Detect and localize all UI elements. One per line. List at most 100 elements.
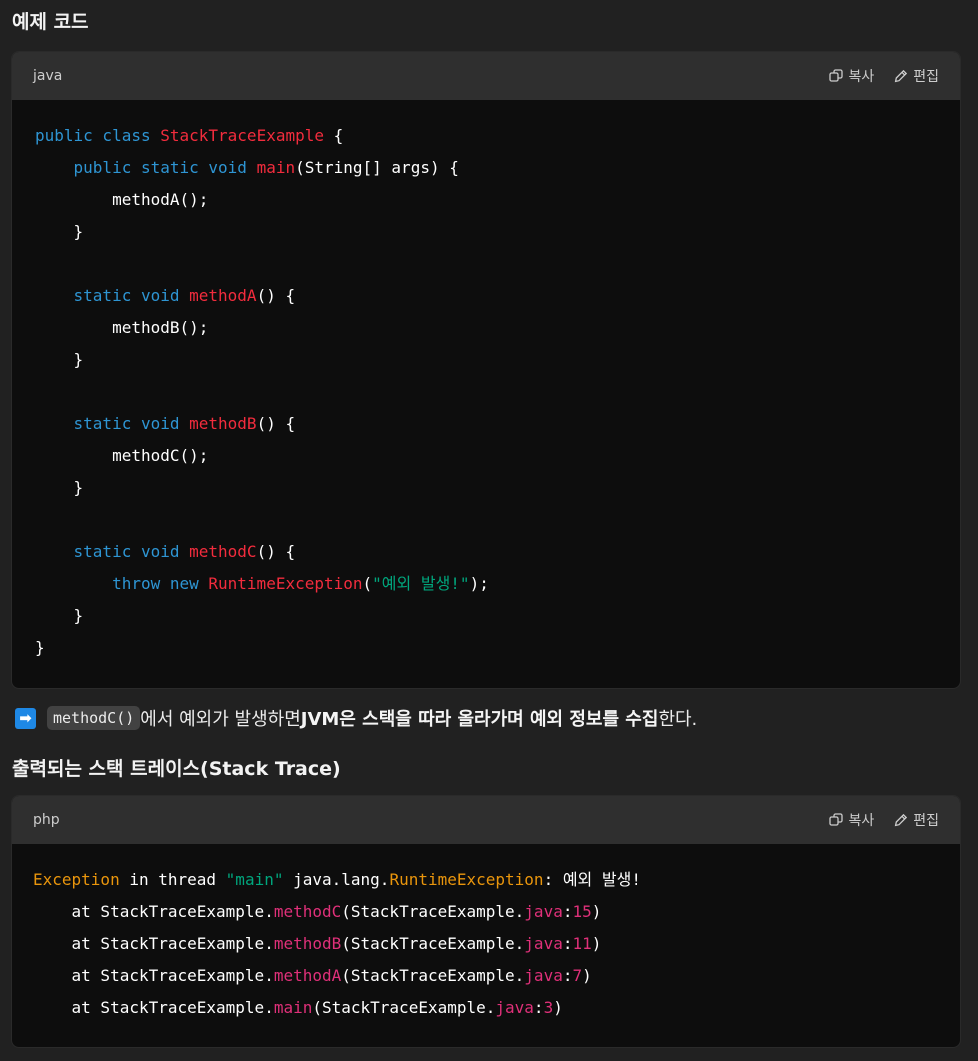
code-token: ) xyxy=(582,966,592,985)
code-token: (StackTraceExample. xyxy=(312,998,496,1017)
code-token: { xyxy=(324,126,344,145)
code-token: ); xyxy=(469,574,489,593)
pencil-icon xyxy=(894,69,908,83)
code-token: methodB xyxy=(273,934,342,953)
right-arrow-icon: ➡ xyxy=(15,707,36,729)
code-line: public class StackTraceExample { xyxy=(35,120,937,152)
code-token: ) xyxy=(591,934,602,953)
code-token: main xyxy=(256,158,296,177)
paragraph-bold-text: JVM은 스택을 따라 올라가며 예외 정보를 수집 xyxy=(300,709,659,730)
copy-button[interactable]: 복사 xyxy=(829,66,874,86)
code-token: java xyxy=(524,902,563,921)
code-token: "main" xyxy=(225,870,284,889)
code-token: methodA xyxy=(273,966,342,985)
code-line: static void methodC() { xyxy=(35,536,937,568)
code-token: } xyxy=(35,350,84,369)
code-token: } xyxy=(35,478,84,497)
code-content: public class StackTraceExample { public … xyxy=(12,100,960,686)
code-token: 7 xyxy=(572,966,583,985)
code-token: (StackTraceExample. xyxy=(341,902,525,921)
edit-label: 편집 xyxy=(913,69,939,85)
code-token: } xyxy=(35,222,84,241)
code-token: () { xyxy=(256,286,296,305)
copy-icon xyxy=(829,69,844,83)
code-token: static void xyxy=(73,414,190,433)
code-token: ) xyxy=(591,902,602,921)
code-token: public static void xyxy=(73,158,257,177)
code-language-label: php xyxy=(33,812,60,828)
code-token: java xyxy=(524,934,563,953)
code-token: methodA xyxy=(189,286,257,305)
copy-label: 복사 xyxy=(848,813,875,829)
code-token: 11 xyxy=(572,934,592,953)
code-token: } xyxy=(35,606,84,625)
code-line: at StackTraceExample.methodC(StackTraceE… xyxy=(33,896,939,928)
code-token: : xyxy=(533,998,544,1017)
section-heading-example-code: 예제 코드 xyxy=(12,11,89,33)
edit-button[interactable]: 편집 xyxy=(894,810,939,830)
code-token: 3 xyxy=(543,998,554,1017)
code-token: ) xyxy=(553,998,563,1017)
code-line: } xyxy=(35,216,937,248)
edit-label: 편집 xyxy=(913,813,939,829)
copy-button[interactable]: 복사 xyxy=(829,810,874,830)
code-token: at StackTraceExample. xyxy=(33,966,274,985)
paragraph-text-end: 한다. xyxy=(658,709,698,730)
code-token: methodC xyxy=(189,542,257,561)
code-line: static void methodA() { xyxy=(35,280,937,312)
code-line: at StackTraceExample.methodA(StackTraceE… xyxy=(33,960,939,992)
code-block-header: java 복사 편집 xyxy=(12,52,960,100)
code-line: } xyxy=(35,472,937,504)
code-token: RuntimeException xyxy=(389,870,544,889)
code-token: ( xyxy=(362,574,373,593)
copy-label: 복사 xyxy=(848,69,875,85)
code-token: 15 xyxy=(572,902,592,921)
code-token: methodB(); xyxy=(35,318,209,337)
code-token: methodB xyxy=(189,414,257,433)
code-line: public static void main(String[] args) { xyxy=(35,152,937,184)
code-token: } xyxy=(35,638,45,657)
code-line: } xyxy=(35,632,937,664)
code-token: java xyxy=(524,966,563,985)
code-token: methodC(); xyxy=(35,446,209,465)
code-token: in thread xyxy=(119,870,226,889)
code-line: methodB(); xyxy=(35,312,937,344)
code-line: static void methodB() { xyxy=(35,408,937,440)
code-token: static void xyxy=(73,286,190,305)
code-token: "예외 발생!" xyxy=(372,574,470,593)
code-token: at StackTraceExample. xyxy=(33,902,274,921)
code-actions: 복사 편집 xyxy=(829,810,939,830)
code-token: RuntimeException xyxy=(208,574,363,593)
code-block-java: java 복사 편집 public class StackTraceExampl… xyxy=(11,51,961,689)
code-line: at StackTraceExample.methodB(StackTraceE… xyxy=(33,928,939,960)
code-content: Exception in thread "main" java.lang.Run… xyxy=(12,844,960,1042)
code-token: (StackTraceExample. xyxy=(341,934,525,953)
code-line: } xyxy=(35,344,937,376)
code-line: at StackTraceExample.main(StackTraceExam… xyxy=(33,992,939,1024)
code-token: (StackTraceExample. xyxy=(341,966,525,985)
code-language-label: java xyxy=(33,68,63,84)
edit-button[interactable]: 편집 xyxy=(894,66,939,86)
chat-page: 예제 코드 java 복사 편집 public class StackTrace… xyxy=(0,0,978,1061)
code-token: at StackTraceExample. xyxy=(33,934,274,953)
code-line: methodC(); xyxy=(35,440,937,472)
code-line: Exception in thread "main" java.lang.Run… xyxy=(33,864,939,896)
code-token: throw new xyxy=(112,574,209,593)
code-token: Exception xyxy=(33,870,120,889)
code-token: at StackTraceExample. xyxy=(33,998,274,1017)
code-token: main xyxy=(273,998,313,1017)
code-line: throw new RuntimeException("예외 발생!"); xyxy=(35,568,937,600)
code-token: () { xyxy=(256,414,296,433)
code-token: public class xyxy=(35,126,161,145)
code-token: java.lang. xyxy=(283,870,390,889)
pencil-icon xyxy=(894,813,908,827)
code-line: } xyxy=(35,600,937,632)
copy-icon xyxy=(829,813,844,827)
code-token: StackTraceExample xyxy=(160,126,324,145)
